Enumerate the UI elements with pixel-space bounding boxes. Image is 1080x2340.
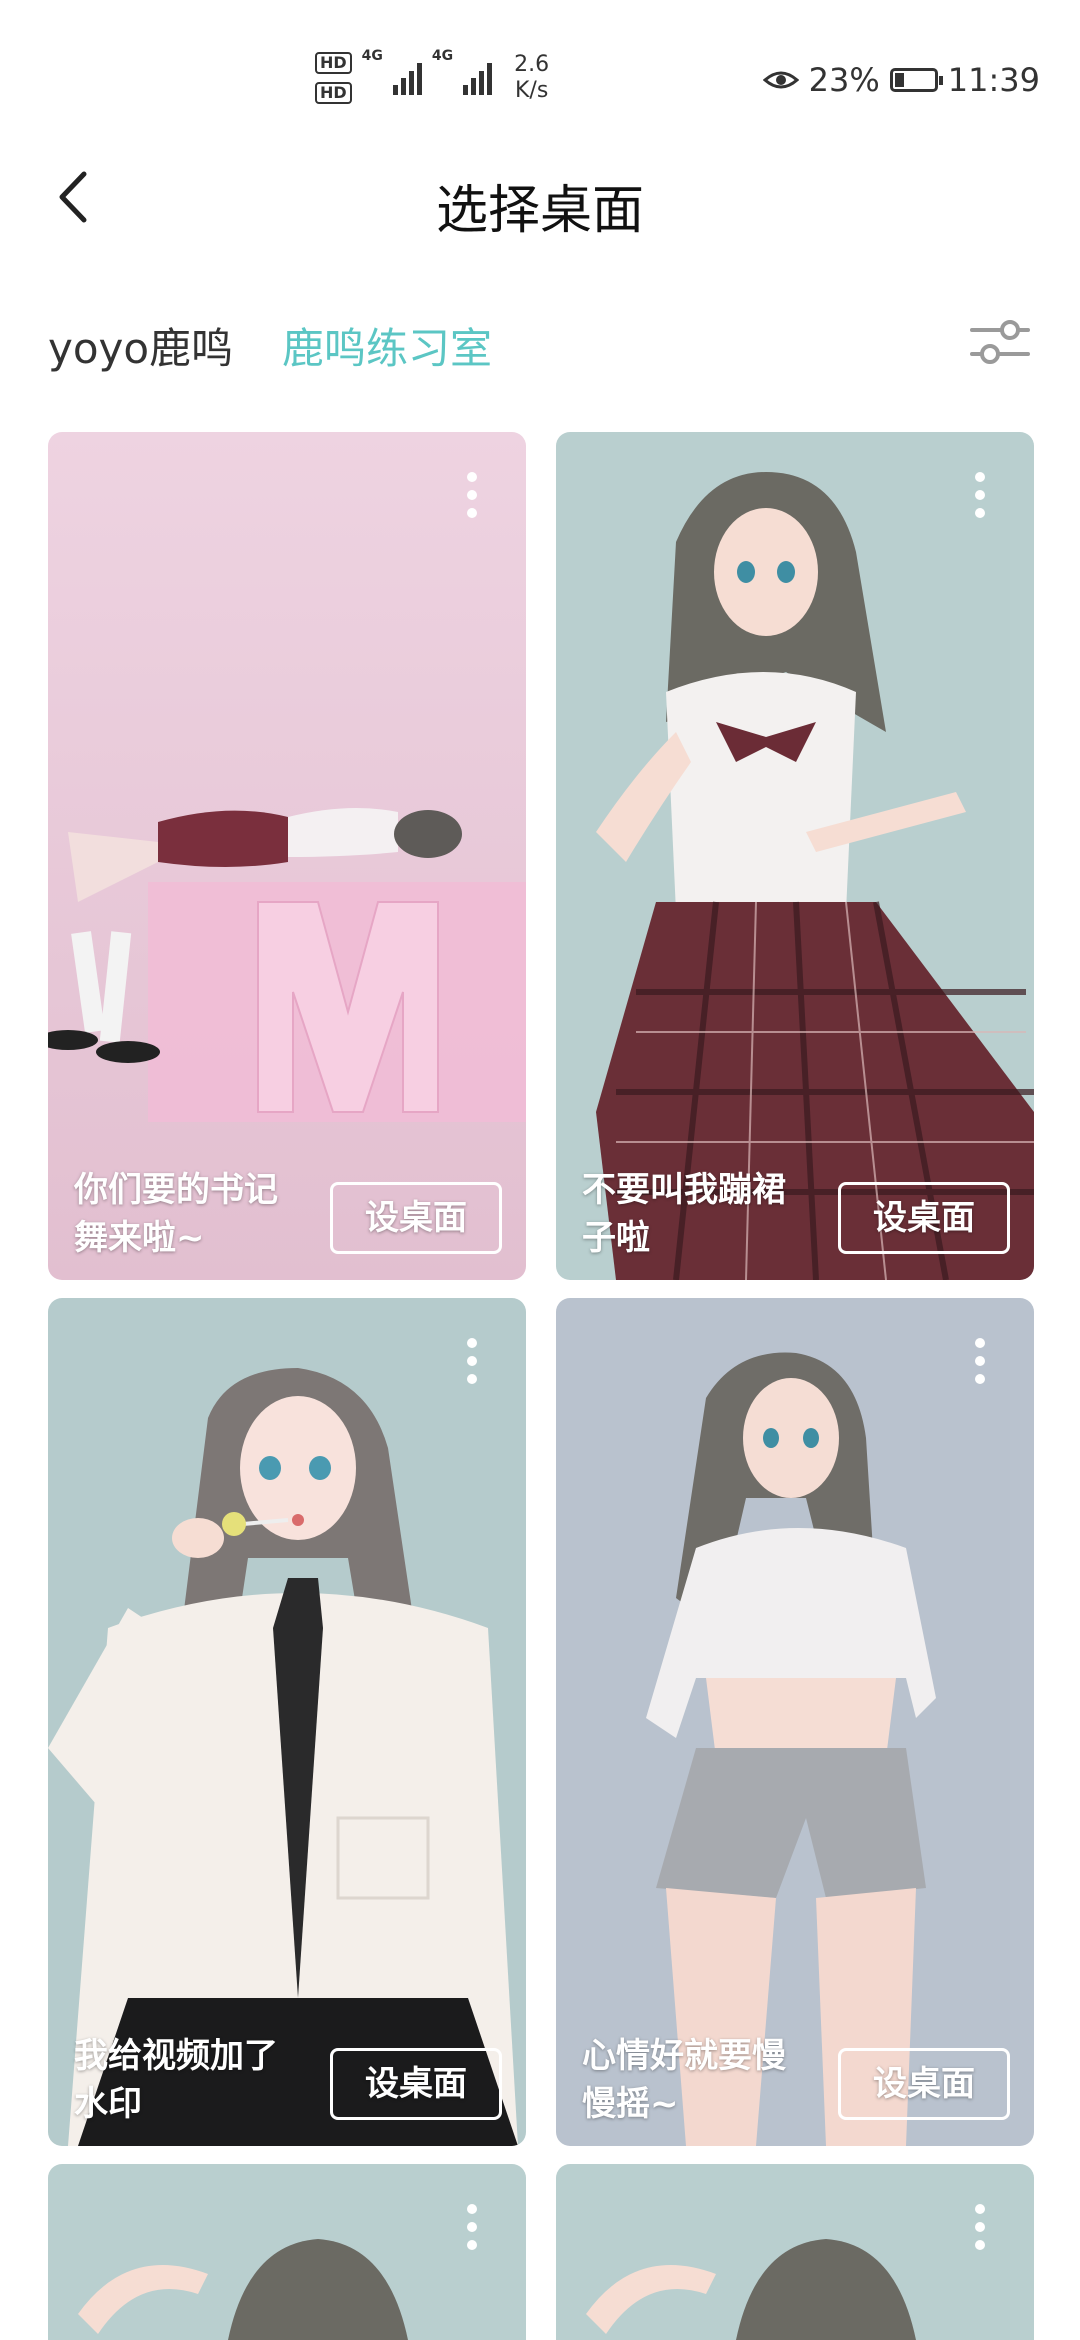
more-options-icon[interactable] bbox=[464, 1338, 480, 1388]
wallpaper-preview-image bbox=[48, 2164, 526, 2340]
more-options-icon[interactable] bbox=[972, 1338, 988, 1388]
signal-icon-sim2 bbox=[463, 61, 493, 95]
wallpaper-preview-image bbox=[556, 432, 1034, 1280]
wallpaper-caption: 心情好就要慢慢摇~ bbox=[582, 2036, 786, 2124]
wallpaper-caption: 不要叫我蹦裙子啦 bbox=[582, 1170, 786, 1258]
wallpaper-preview-image bbox=[48, 1298, 526, 2146]
more-options-icon[interactable] bbox=[972, 472, 988, 522]
hd-badge-sim2: HD bbox=[315, 82, 352, 104]
hd-badge-sim1: HD bbox=[315, 52, 352, 74]
network-type-sim2: 4G bbox=[431, 48, 454, 64]
status-bar: HD HD 4G 4G 2.6 K/s 23% 11:39 bbox=[0, 0, 1080, 140]
wallpaper-preview-image bbox=[48, 432, 526, 1280]
network-speed-value: 2.6 bbox=[514, 52, 550, 77]
wallpaper-card[interactable]: 你们要的书记舞来啦~ 设桌面 bbox=[48, 432, 526, 1280]
more-options-icon[interactable] bbox=[464, 2204, 480, 2254]
more-options-icon[interactable] bbox=[464, 472, 480, 522]
filter-icon[interactable] bbox=[968, 310, 1032, 374]
set-wallpaper-button[interactable]: 设桌面 bbox=[330, 1182, 502, 1254]
tab-bar: yoyo鹿鸣 鹿鸣练习室 bbox=[0, 305, 1080, 385]
set-wallpaper-button[interactable]: 设桌面 bbox=[838, 2048, 1010, 2120]
status-right: 23% 11:39 bbox=[762, 56, 1040, 104]
header: 选择桌面 bbox=[0, 150, 1080, 250]
wallpaper-card[interactable]: 不要叫我蹦裙子啦 设桌面 bbox=[556, 432, 1034, 1280]
battery-fill bbox=[894, 73, 904, 87]
wallpaper-card[interactable] bbox=[48, 2164, 526, 2340]
set-wallpaper-button[interactable]: 设桌面 bbox=[330, 2048, 502, 2120]
network-type-sim1: 4G bbox=[361, 48, 383, 64]
wallpaper-caption: 我给视频加了水印 bbox=[74, 2036, 278, 2124]
clock: 11:39 bbox=[947, 61, 1040, 99]
wallpaper-card[interactable] bbox=[556, 2164, 1034, 2340]
wallpaper-card[interactable]: 心情好就要慢慢摇~ 设桌面 bbox=[556, 1298, 1034, 2146]
network-speed: 2.6 K/s bbox=[514, 52, 549, 104]
tab-yoyo-luming[interactable]: yoyo鹿鸣 bbox=[48, 315, 233, 376]
network-indicators: HD HD 4G 4G 2.6 K/s bbox=[315, 48, 549, 108]
battery-percent: 23% bbox=[808, 61, 880, 99]
more-options-icon[interactable] bbox=[972, 2204, 988, 2254]
wallpaper-caption: 你们要的书记舞来啦~ bbox=[74, 1170, 278, 1258]
wallpaper-card[interactable]: 我给视频加了水印 设桌面 bbox=[48, 1298, 526, 2146]
page-title: 选择桌面 bbox=[435, 181, 644, 241]
set-wallpaper-button[interactable]: 设桌面 bbox=[838, 1182, 1010, 1254]
eye-comfort-icon bbox=[762, 71, 799, 89]
tab-luming-practice-room[interactable]: 鹿鸣练习室 bbox=[282, 315, 492, 376]
battery-icon bbox=[889, 68, 943, 92]
signal-icon-sim1 bbox=[392, 61, 422, 95]
wallpaper-preview-image bbox=[556, 2164, 1034, 2340]
network-speed-unit: K/s bbox=[514, 78, 549, 103]
wallpaper-preview-image bbox=[556, 1298, 1034, 2146]
